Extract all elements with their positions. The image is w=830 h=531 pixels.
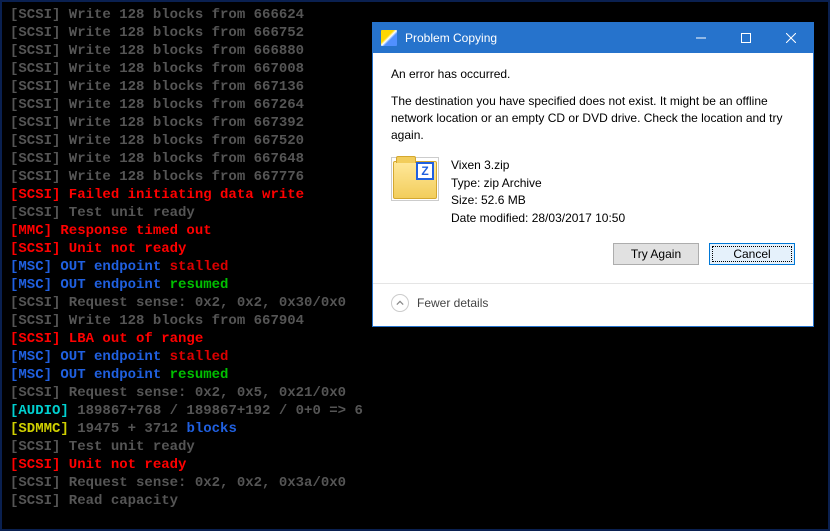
dialog-footer[interactable]: Fewer details: [373, 284, 813, 326]
error-heading: An error has occurred.: [391, 67, 795, 81]
terminal-line: [SCSI] Read capacity: [10, 492, 820, 510]
file-name: Vixen 3.zip: [451, 157, 625, 174]
maximize-button[interactable]: [723, 23, 768, 53]
terminal-line: [SCSI] Request sense: 0x2, 0x5, 0x21/0x0: [10, 384, 820, 402]
file-metadata: Vixen 3.zip Type: zip Archive Size: 52.6…: [451, 157, 625, 227]
copy-icon: [381, 30, 397, 46]
file-info-row: Z Vixen 3.zip Type: zip Archive Size: 52…: [391, 157, 795, 227]
zip-badge-icon: Z: [416, 162, 434, 180]
terminal-line: [SCSI] Test unit ready: [10, 438, 820, 456]
fewer-details-label: Fewer details: [417, 296, 488, 310]
try-again-button[interactable]: Try Again: [613, 243, 699, 265]
terminal-line: [AUDIO] 189867+768 / 189867+192 / 0+0 =>…: [10, 402, 820, 420]
terminal-line: [MSC] OUT endpoint stalled: [10, 348, 820, 366]
file-type: Type: zip Archive: [451, 175, 625, 192]
dialog-titlebar[interactable]: Problem Copying: [373, 23, 813, 53]
error-message: The destination you have specified does …: [391, 93, 795, 143]
cancel-button[interactable]: Cancel: [709, 243, 795, 265]
dialog-title: Problem Copying: [405, 31, 678, 45]
problem-copying-dialog: Problem Copying An error has occurred. T…: [372, 22, 814, 327]
file-modified: Date modified: 28/03/2017 10:50: [451, 210, 625, 227]
minimize-button[interactable]: [678, 23, 723, 53]
terminal-line: [SCSI] Unit not ready: [10, 456, 820, 474]
terminal-line: [MSC] OUT endpoint resumed: [10, 366, 820, 384]
file-icon: Z: [391, 157, 439, 201]
dialog-body: An error has occurred. The destination y…: [373, 53, 813, 283]
file-size: Size: 52.6 MB: [451, 192, 625, 209]
dialog-button-row: Try Again Cancel: [391, 237, 795, 273]
close-button[interactable]: [768, 23, 813, 53]
chevron-up-icon: [391, 294, 409, 312]
terminal-line: [SCSI] LBA out of range: [10, 330, 820, 348]
terminal-line: [SDMMC] 19475 + 3712 blocks: [10, 420, 820, 438]
terminal-line: [SCSI] Request sense: 0x2, 0x2, 0x3a/0x0: [10, 474, 820, 492]
